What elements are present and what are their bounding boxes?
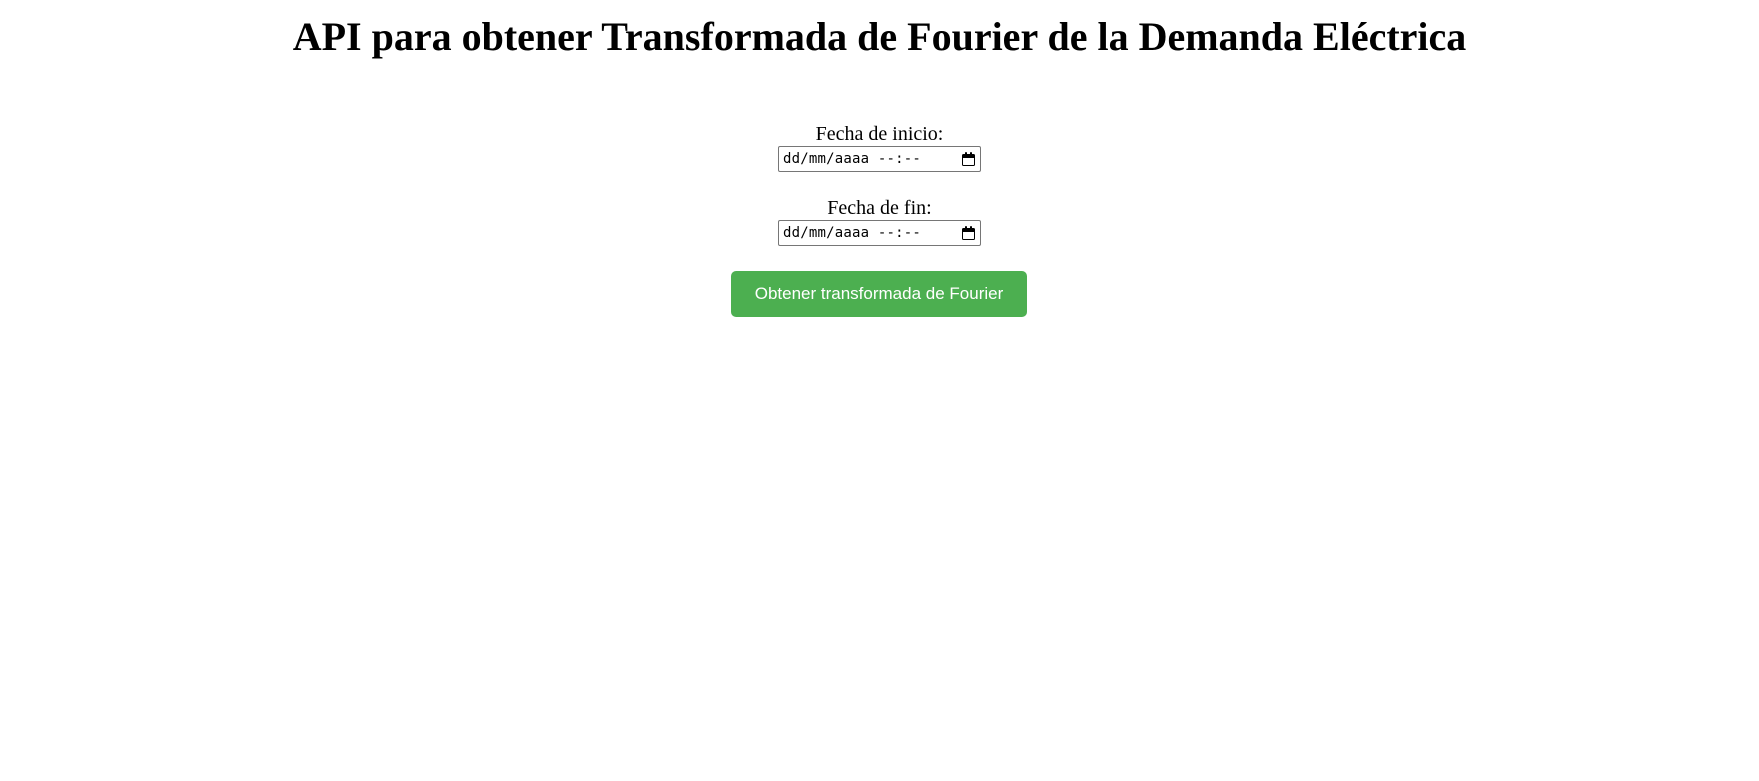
end-date-field: Fecha de fin: dd/mm/aaaa --:-- [0, 197, 1759, 246]
calendar-icon[interactable] [962, 152, 975, 166]
calendar-icon[interactable] [962, 226, 975, 240]
end-date-value: dd/mm/aaaa --:-- [783, 225, 922, 241]
end-date-label: Fecha de fin: [827, 197, 932, 219]
start-date-input[interactable]: dd/mm/aaaa --:-- [778, 146, 981, 172]
page: API para obtener Transformada de Fourier… [0, 0, 1759, 781]
get-fourier-transform-button[interactable]: Obtener transformada de Fourier [731, 271, 1027, 317]
end-date-input[interactable]: dd/mm/aaaa --:-- [778, 220, 981, 246]
page-title: API para obtener Transformada de Fourier… [292, 14, 1467, 59]
start-date-value: dd/mm/aaaa --:-- [783, 151, 922, 167]
start-date-label: Fecha de inicio: [815, 123, 944, 145]
start-date-field: Fecha de inicio: dd/mm/aaaa --:-- [0, 123, 1759, 172]
